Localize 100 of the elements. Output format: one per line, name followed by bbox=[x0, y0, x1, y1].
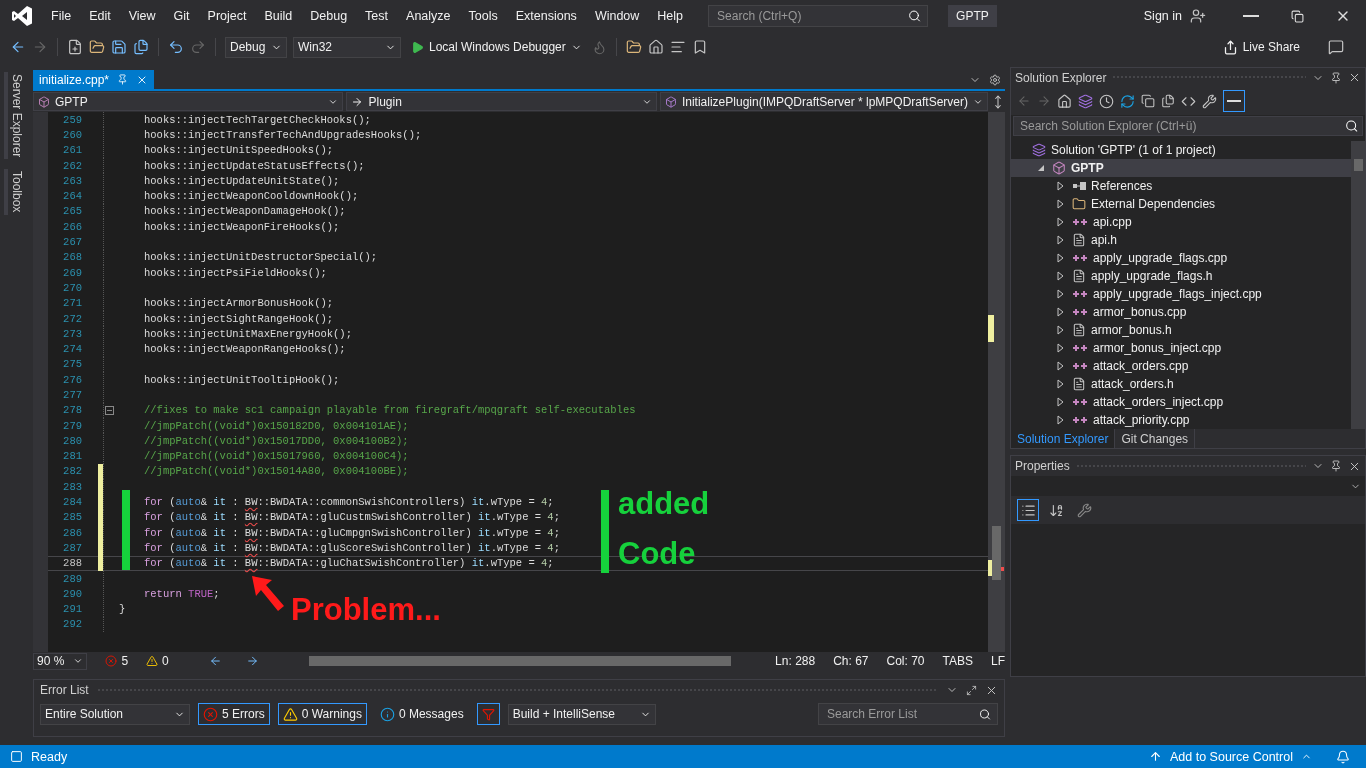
collapsed-arrow-icon[interactable] bbox=[1057, 235, 1065, 246]
collapsed-arrow-icon[interactable] bbox=[1057, 199, 1065, 210]
toolbar-button[interactable] bbox=[1017, 499, 1039, 521]
wrench-icon[interactable] bbox=[1202, 93, 1217, 109]
search-field[interactable]: Search Solution Explorer (Ctrl+ü) bbox=[1013, 115, 1363, 137]
collapse-icon[interactable] bbox=[105, 405, 114, 415]
tree-item[interactable]: External Dependencies bbox=[1011, 195, 1351, 214]
horizontal-scrollbar[interactable] bbox=[308, 656, 732, 666]
tree-item[interactable]: api.h bbox=[1011, 231, 1351, 250]
menu-item[interactable]: View bbox=[119, 9, 165, 23]
tree-item[interactable]: References bbox=[1011, 177, 1351, 196]
collapsed-arrow-icon[interactable] bbox=[1057, 181, 1065, 192]
expanded-arrow-icon[interactable] bbox=[1037, 163, 1045, 174]
filter-toggle[interactable]: 5 Errors bbox=[198, 703, 270, 725]
preview-toggle[interactable] bbox=[1223, 90, 1245, 113]
tree-item[interactable]: GPTP bbox=[1011, 159, 1351, 178]
scope-dropdown[interactable]: Plugin bbox=[346, 92, 657, 111]
project-dropdown[interactable]: GPTP bbox=[33, 92, 344, 111]
menu-item[interactable]: Extensions bbox=[506, 9, 586, 23]
home-icon[interactable] bbox=[1057, 93, 1072, 109]
menu-item[interactable]: Window bbox=[585, 9, 649, 23]
home-icon[interactable] bbox=[647, 39, 664, 55]
collapsed-arrow-icon[interactable] bbox=[1057, 307, 1065, 318]
sign-in-link[interactable]: Sign in bbox=[1143, 9, 1182, 23]
collapsed-arrow-icon[interactable] bbox=[1057, 217, 1065, 228]
solution-icon[interactable] bbox=[1078, 93, 1093, 109]
notification-icon[interactable] bbox=[1336, 749, 1350, 764]
collapsed-arrow-icon[interactable] bbox=[1057, 271, 1065, 282]
menu-item[interactable]: Debug bbox=[301, 9, 357, 23]
feedback-icon[interactable] bbox=[1328, 39, 1344, 55]
collapse-all-icon[interactable] bbox=[1141, 94, 1155, 109]
platform-dropdown[interactable]: Win32 bbox=[293, 36, 401, 58]
live-share-button[interactable]: Live Share bbox=[1218, 39, 1304, 55]
save-icon[interactable] bbox=[111, 39, 127, 55]
tree-item[interactable]: armor_bonus.h bbox=[1011, 321, 1351, 340]
settings-icon[interactable] bbox=[989, 74, 1001, 86]
show-all-files-icon[interactable] bbox=[1161, 94, 1175, 109]
scope-dropdown[interactable]: Entire Solution bbox=[40, 703, 190, 725]
side-tab[interactable]: Server Explorer bbox=[4, 72, 24, 160]
maximize-icon[interactable] bbox=[966, 684, 977, 696]
collapsed-arrow-icon[interactable] bbox=[1057, 361, 1065, 372]
side-tab[interactable]: Toolbox bbox=[4, 169, 24, 215]
back-icon[interactable] bbox=[208, 654, 222, 668]
undo-icon[interactable] bbox=[168, 39, 184, 55]
collapsed-arrow-icon[interactable] bbox=[1057, 379, 1065, 390]
document-tab[interactable]: initialize.cpp* bbox=[33, 70, 155, 89]
tree-item[interactable]: apply_upgrade_flags.h bbox=[1011, 267, 1351, 286]
clock-icon[interactable] bbox=[1099, 93, 1114, 109]
menu-item[interactable]: Project bbox=[198, 9, 256, 23]
menu-item[interactable]: Git bbox=[164, 9, 199, 23]
indent-icon[interactable] bbox=[669, 39, 686, 55]
error-count[interactable]: 5 bbox=[121, 654, 129, 668]
line-ending[interactable]: LF bbox=[991, 654, 1005, 668]
collapsed-arrow-icon[interactable] bbox=[1057, 397, 1065, 408]
search-input[interactable]: Search Error List bbox=[825, 706, 979, 722]
menu-item[interactable]: Help bbox=[648, 9, 693, 23]
forward-icon[interactable] bbox=[245, 654, 259, 668]
menu-item[interactable]: Test bbox=[356, 9, 398, 23]
tree-item[interactable]: apply_upgrade_flags.cpp bbox=[1011, 249, 1351, 268]
indent-mode[interactable]: TABS bbox=[942, 654, 973, 668]
menu-item[interactable]: Analyze bbox=[397, 9, 460, 23]
collapsed-arrow-icon[interactable] bbox=[1057, 343, 1065, 354]
filter-button[interactable] bbox=[476, 703, 500, 725]
menu-item[interactable]: Tools bbox=[459, 9, 507, 23]
refresh-icon[interactable] bbox=[1120, 93, 1135, 109]
tree-item[interactable]: armor_bonus_inject.cpp bbox=[1011, 339, 1351, 358]
tree-item[interactable]: attack_orders_inject.cpp bbox=[1011, 393, 1351, 412]
menu-item[interactable]: Build bbox=[255, 9, 302, 23]
tree-item[interactable]: armor_bonus.cpp bbox=[1011, 303, 1351, 322]
tree-item[interactable]: attack_orders.cpp bbox=[1011, 357, 1351, 376]
menu-item[interactable]: File bbox=[42, 9, 81, 23]
open-folder-icon[interactable] bbox=[89, 39, 105, 55]
collapsed-arrow-icon[interactable] bbox=[1057, 415, 1065, 426]
tree-item[interactable]: attack_orders.h bbox=[1011, 375, 1351, 394]
back-icon[interactable] bbox=[10, 39, 26, 55]
vertical-scrollbar[interactable] bbox=[1351, 141, 1365, 430]
configuration-dropdown[interactable]: Debug bbox=[225, 36, 287, 58]
user-add-icon[interactable] bbox=[1190, 8, 1206, 24]
source-dropdown[interactable]: Build + IntelliSense bbox=[507, 703, 656, 725]
collapsed-arrow-icon[interactable] bbox=[1057, 325, 1065, 336]
search-field[interactable]: Search Error List bbox=[818, 703, 998, 725]
member-dropdown[interactable]: InitializePlugin(IMPQDraftServer * lpMPQDraftServer) bbox=[659, 92, 988, 111]
zoom-dropdown[interactable]: 90 % bbox=[33, 652, 88, 670]
run-button[interactable]: Local Windows Debugger bbox=[407, 40, 586, 54]
tree-item[interactable]: apply_upgrade_flags_inject.cpp bbox=[1011, 285, 1351, 304]
collapsed-arrow-icon[interactable] bbox=[1057, 289, 1065, 300]
tree-item[interactable]: api.cpp bbox=[1011, 213, 1351, 232]
collapsed-arrow-icon[interactable] bbox=[1057, 253, 1065, 264]
tree-item[interactable]: Solution 'GPTP' (1 of 1 project) bbox=[1011, 141, 1351, 160]
folder-search-icon[interactable] bbox=[625, 39, 642, 55]
tree-item[interactable]: attack_priority.cpp bbox=[1011, 411, 1351, 430]
menu-item[interactable]: Edit bbox=[80, 9, 120, 23]
source-control-button[interactable]: Add to Source Control bbox=[1170, 749, 1293, 764]
save-all-icon[interactable] bbox=[133, 39, 149, 55]
search-input[interactable]: Search (Ctrl+Q) bbox=[715, 8, 908, 24]
pin-icon[interactable] bbox=[117, 74, 129, 85]
pin-icon[interactable] bbox=[1330, 460, 1342, 472]
search-field[interactable]: Search (Ctrl+Q) bbox=[708, 5, 929, 27]
pin-icon[interactable] bbox=[1330, 71, 1342, 84]
filter-toggle[interactable]: 0 Warnings bbox=[277, 703, 367, 725]
